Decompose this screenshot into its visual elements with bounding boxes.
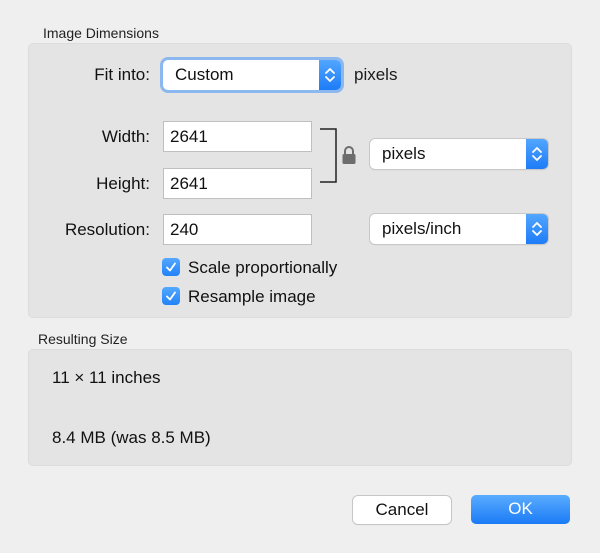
size-unit-popup[interactable]: pixels (370, 139, 548, 169)
resulting-dimensions-text: 11 × 11 inches (52, 368, 161, 387)
chevron-up-down-icon (325, 68, 335, 82)
resolution-input[interactable]: 240 (163, 214, 312, 245)
checkmark-icon (166, 262, 176, 272)
width-label: Width: (101, 127, 150, 146)
height-label: Height: (96, 174, 150, 193)
lock-icon[interactable] (341, 145, 357, 165)
resolution-label: Resolution: (64, 220, 150, 239)
chevron-up-down-icon (532, 222, 542, 236)
fit-into-label: Fit into: (94, 65, 150, 84)
width-input[interactable]: 2641 (163, 121, 312, 152)
resulting-file-size-text: 8.4 MB (was 8.5 MB) (52, 428, 211, 447)
fit-into-stepper[interactable] (319, 60, 341, 90)
resulting-size-title: Resulting Size (38, 331, 128, 347)
checkmark-icon (166, 291, 176, 301)
resulting-size-group (28, 349, 572, 466)
fit-into-popup[interactable]: Custom (163, 60, 341, 90)
chevron-up-down-icon (532, 147, 542, 161)
resolution-unit-popup[interactable]: pixels/inch (370, 214, 548, 244)
ok-button[interactable]: OK (471, 495, 570, 524)
fit-into-unit: pixels (354, 65, 398, 84)
resolution-unit-stepper[interactable] (526, 214, 548, 244)
image-dimensions-title: Image Dimensions (43, 25, 159, 41)
link-bracket (320, 128, 337, 183)
resample-image-checkbox[interactable] (162, 287, 180, 305)
height-input[interactable]: 2641 (163, 168, 312, 199)
size-unit-value: pixels (382, 144, 426, 163)
scale-proportionally-checkbox[interactable] (162, 258, 180, 276)
size-unit-stepper[interactable] (526, 139, 548, 169)
scale-proportionally-label[interactable]: Scale proportionally (188, 258, 337, 278)
fit-into-value: Custom (175, 65, 234, 84)
resample-image-label[interactable]: Resample image (188, 287, 316, 307)
cancel-button[interactable]: Cancel (353, 496, 451, 524)
resolution-unit-value: pixels/inch (382, 219, 462, 238)
